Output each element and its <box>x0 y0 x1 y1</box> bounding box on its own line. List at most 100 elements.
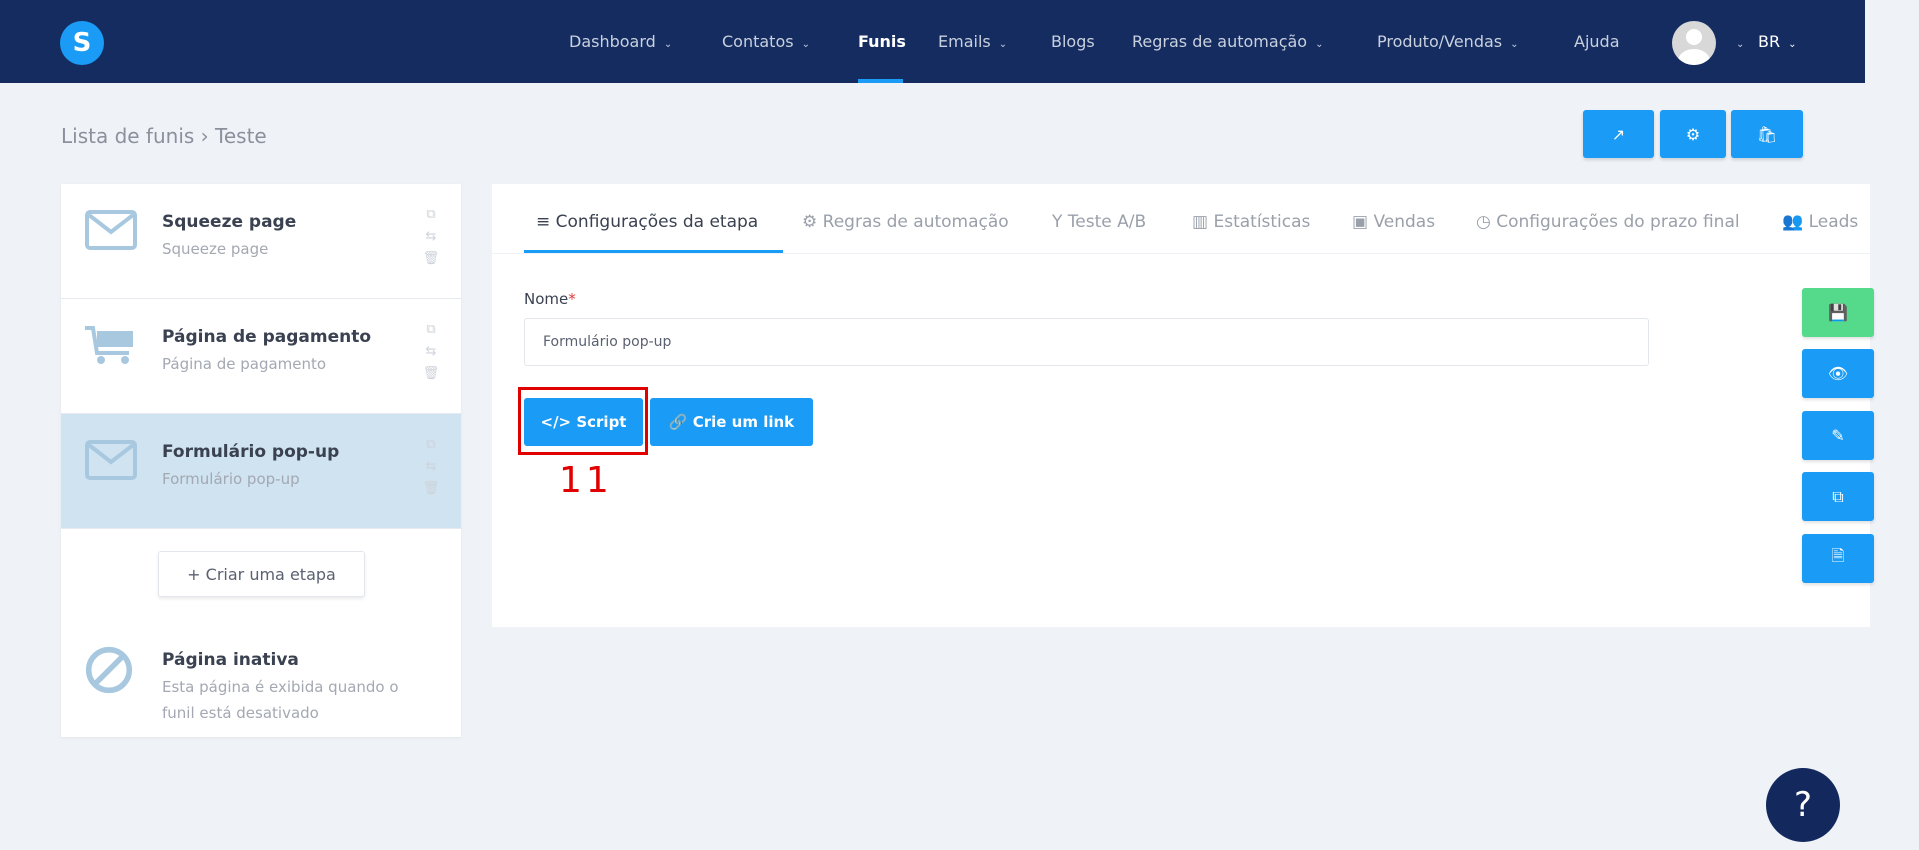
cart-icon <box>85 326 133 364</box>
create-step-button[interactable]: + Criar uma etapa <box>158 551 365 597</box>
chevron-down-icon[interactable]: ⌄ <box>1728 32 1744 51</box>
gears-icon: ⚙ <box>802 212 818 232</box>
breadcrumb-current: Teste <box>215 124 267 148</box>
move-icon[interactable]: ⇆ <box>421 456 441 478</box>
inactive-page-item[interactable]: Página inativa Esta página é exibida qua… <box>61 624 461 739</box>
move-icon[interactable]: ⇆ <box>421 226 441 248</box>
tab-estatisticas[interactable]: ▥ Estatísticas <box>1192 212 1310 232</box>
annotation-number: 11 <box>559 460 613 501</box>
name-input[interactable] <box>524 318 1649 366</box>
file-icon: 🗎 <box>1831 546 1845 565</box>
external-link-icon: ↗ <box>1611 124 1626 144</box>
nav-produto-vendas[interactable]: Produto/Vendas ⌄ <box>1377 32 1519 51</box>
tab-divider <box>492 253 1870 254</box>
tab-label: Configurações do prazo final <box>1496 212 1740 232</box>
tab-teste-ab[interactable]: Y Teste A/B <box>1052 212 1146 232</box>
tab-label: Regras de automação <box>822 212 1009 232</box>
tab-label: Configurações da etapa <box>555 212 759 232</box>
step-subtitle: Squeeze page <box>162 240 269 258</box>
copy-icon: ⧉ <box>1832 486 1844 506</box>
preview-button[interactable]: 👁 <box>1802 349 1874 398</box>
tab-prazo-final[interactable]: ◷ Configurações do prazo final <box>1476 212 1740 232</box>
trash-icon[interactable]: 🗑 <box>421 363 441 385</box>
money-icon: ▣ <box>1352 212 1369 232</box>
step-item[interactable]: Página de pagamento Página de pagamento … <box>61 299 461 414</box>
label-text: Nome <box>524 290 569 308</box>
help-button[interactable]: ? <box>1766 768 1840 842</box>
nav-contatos[interactable]: Contatos ⌄ <box>722 32 810 51</box>
nav-funis[interactable]: Funis <box>858 32 906 51</box>
split-icon: Y <box>1052 212 1063 232</box>
breadcrumb-root[interactable]: Lista de funis <box>61 124 194 148</box>
tab-regras[interactable]: ⚙ Regras de automação <box>802 212 1009 232</box>
annotation-highlight-box <box>518 387 648 455</box>
tab-leads[interactable]: 👥 Leads <box>1782 212 1858 232</box>
step-subtitle: Página de pagamento <box>162 355 327 373</box>
envelope-icon <box>85 210 137 250</box>
nav-blogs[interactable]: Blogs <box>1051 32 1095 51</box>
logo[interactable]: S <box>60 21 104 65</box>
open-external-button[interactable]: ↗ <box>1583 110 1654 158</box>
eye-icon: 👁 <box>1827 364 1849 383</box>
nav-label: Produto/Vendas <box>1377 32 1503 51</box>
gear-icon: ⚙ <box>1685 124 1701 144</box>
nav-ajuda[interactable]: Ajuda <box>1574 32 1620 51</box>
tab-label: Estatísticas <box>1213 212 1311 232</box>
language-selector[interactable]: BR ⌄ <box>1758 32 1796 51</box>
tab-vendas[interactable]: ▣ Vendas <box>1352 212 1435 232</box>
save-icon: 💾 <box>1828 303 1848 322</box>
active-tab-indicator <box>524 250 783 253</box>
duplicate-icon[interactable]: ⧉ <box>421 204 441 226</box>
nav-regras[interactable]: Regras de automação ⌄ <box>1132 32 1323 51</box>
bar-chart-icon: ▥ <box>1192 212 1209 232</box>
trash-icon[interactable]: 🗑 <box>421 478 441 500</box>
breadcrumb-separator: › <box>200 124 209 148</box>
magic-icon: ✎ <box>1831 426 1845 445</box>
nav-label: Regras de automação <box>1132 32 1308 51</box>
chevron-down-icon: ⌄ <box>1315 39 1324 50</box>
required-marker: * <box>568 290 576 308</box>
ban-icon <box>85 646 133 694</box>
chevron-down-icon: ⌄ <box>998 39 1008 50</box>
shopping-bag-icon: 🛍 <box>1756 124 1778 144</box>
save-button[interactable]: 💾 <box>1802 288 1874 337</box>
step-item-selected[interactable]: Formulário pop-up Formulário pop-up ⧉ ⇆ 🗑 <box>61 414 461 529</box>
nav-label: Dashboard <box>569 32 656 51</box>
step-subtitle: Formulário pop-up <box>162 470 300 488</box>
create-link-button[interactable]: 🔗 Crie um link <box>650 398 813 446</box>
copy-button[interactable]: ⧉ <box>1802 472 1874 521</box>
trash-icon[interactable]: 🗑 <box>421 248 441 270</box>
language-label: BR <box>1758 32 1781 51</box>
steps-panel: Squeeze page Squeeze page ⧉ ⇆ 🗑 Página de … <box>61 184 461 737</box>
envelope-icon <box>85 440 137 480</box>
chevron-down-icon: ⌄ <box>1510 39 1519 50</box>
name-label: Nome* <box>524 290 576 308</box>
avatar[interactable] <box>1672 21 1716 65</box>
breadcrumb: Lista de funis › Teste <box>61 124 267 148</box>
tab-configuracoes[interactable]: ≡ Configurações da etapa <box>536 212 758 232</box>
active-nav-indicator <box>858 79 903 83</box>
shop-button[interactable]: 🛍 <box>1731 110 1803 158</box>
nav-label: Emails <box>938 32 991 51</box>
step-settings-panel: ≡ Configurações da etapa ⚙ Regras de aut… <box>492 184 1870 627</box>
step-item[interactable]: Squeeze page Squeeze page ⧉ ⇆ 🗑 <box>61 184 461 299</box>
duplicate-icon[interactable]: ⧉ <box>421 434 441 456</box>
settings-button[interactable]: ⚙ <box>1660 110 1726 158</box>
chevron-down-icon: ⌄ <box>801 39 810 50</box>
step-title: Página de pagamento <box>162 327 372 347</box>
move-icon[interactable]: ⇆ <box>421 341 441 363</box>
clock-icon: ◷ <box>1476 212 1491 232</box>
nav-emails[interactable]: Emails ⌄ <box>938 32 1007 51</box>
step-subtitle: Esta página é exibida quando o <box>162 678 399 696</box>
tab-label: Leads <box>1808 212 1859 232</box>
duplicate-icon[interactable]: ⧉ <box>421 319 441 341</box>
chevron-down-icon: ⌄ <box>663 39 673 50</box>
edit-button[interactable]: ✎ <box>1802 411 1874 460</box>
nav-dashboard[interactable]: Dashboard ⌄ <box>569 32 672 51</box>
file-button[interactable]: 🗎 <box>1802 534 1874 583</box>
step-title: Página inativa <box>162 650 299 670</box>
tab-label: Teste A/B <box>1067 212 1147 232</box>
chevron-down-icon: ⌄ <box>1788 39 1797 50</box>
nav-label: Contatos <box>722 32 794 51</box>
list-icon: ≡ <box>536 212 551 232</box>
